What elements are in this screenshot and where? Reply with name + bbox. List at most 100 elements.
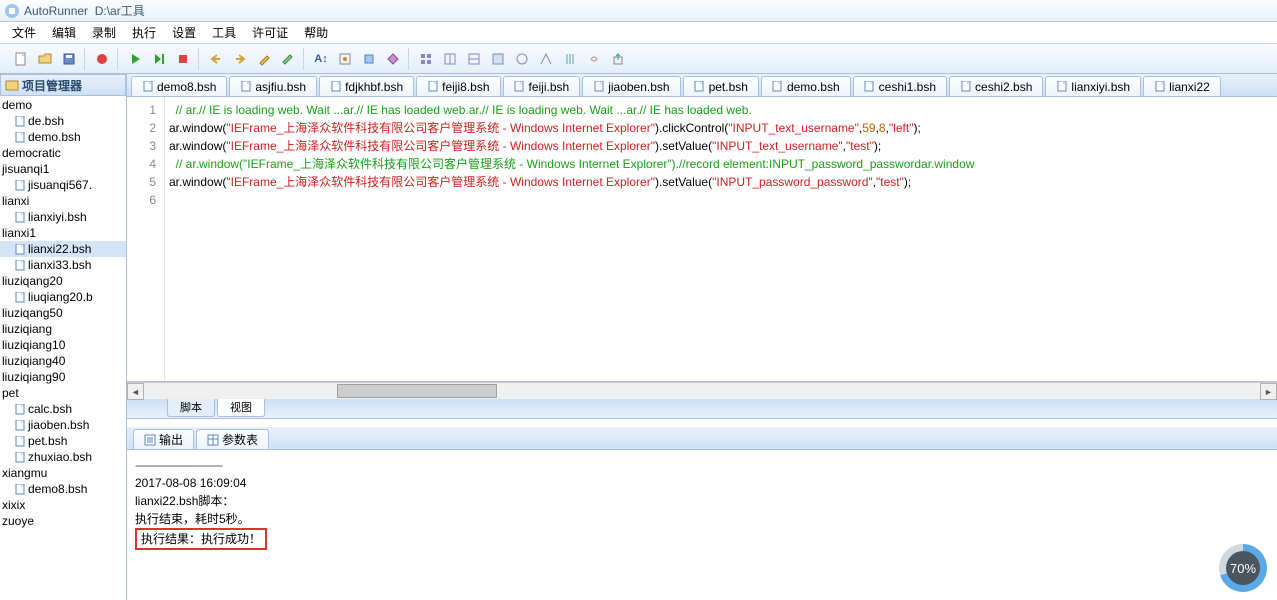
tree-folder[interactable]: zuoye bbox=[0, 513, 126, 529]
editor-tabs: demo8.bshasjfiu.bshfdjkhbf.bshfeiji8.bsh… bbox=[127, 74, 1277, 97]
tree-folder[interactable]: democratic bbox=[0, 145, 126, 161]
stop-icon[interactable] bbox=[172, 48, 194, 70]
tool-d-icon[interactable] bbox=[382, 48, 404, 70]
tree-folder[interactable]: xiangmu bbox=[0, 465, 126, 481]
grid2-icon[interactable] bbox=[439, 48, 461, 70]
view-tab-script[interactable]: 脚本 bbox=[167, 399, 215, 417]
grid3-icon[interactable] bbox=[463, 48, 485, 70]
editor-tab[interactable]: lianxiyi.bsh bbox=[1045, 76, 1141, 96]
tree-folder[interactable]: liuziqiang90 bbox=[0, 369, 126, 385]
scroll-right-icon[interactable]: ► bbox=[1260, 383, 1277, 400]
menu-run[interactable]: 执行 bbox=[124, 24, 164, 41]
tree-folder[interactable]: lianxi bbox=[0, 193, 126, 209]
grid6-icon[interactable] bbox=[535, 48, 557, 70]
editor-tab[interactable]: ceshi1.bsh bbox=[853, 76, 947, 96]
tree-file[interactable]: calc.bsh bbox=[0, 401, 126, 417]
editor-tab[interactable]: pet.bsh bbox=[683, 76, 759, 96]
tree-folder[interactable]: jisuanqi1 bbox=[0, 161, 126, 177]
file-icon bbox=[14, 131, 26, 143]
tab-params[interactable]: 参数表 bbox=[196, 429, 269, 449]
tree-folder[interactable]: liuziqiang bbox=[0, 321, 126, 337]
editor-tab[interactable]: jiaoben.bsh bbox=[582, 76, 680, 96]
tab-label: lianxi22 bbox=[1169, 80, 1210, 94]
editor-tab[interactable]: feiji8.bsh bbox=[416, 76, 500, 96]
tree-item-label: demo.bsh bbox=[28, 130, 81, 144]
undo-icon[interactable] bbox=[205, 48, 227, 70]
editor-tab[interactable]: demo8.bsh bbox=[131, 76, 227, 96]
menu-tools[interactable]: 工具 bbox=[204, 24, 244, 41]
menu-record[interactable]: 录制 bbox=[84, 24, 124, 41]
menu-help[interactable]: 帮助 bbox=[296, 24, 336, 41]
project-tree[interactable]: demode.bshdemo.bshdemocraticjisuanqi1jis… bbox=[0, 96, 126, 600]
tree-file[interactable]: lianxiyi.bsh bbox=[0, 209, 126, 225]
tree-item-label: liuziqang20 bbox=[2, 274, 63, 288]
grid1-icon[interactable] bbox=[415, 48, 437, 70]
tree-folder[interactable]: demo bbox=[0, 97, 126, 113]
editor-tab[interactable]: asjfiu.bsh bbox=[229, 76, 317, 96]
tree-folder[interactable]: pet bbox=[0, 385, 126, 401]
view-tab-view[interactable]: 视图 bbox=[217, 399, 265, 417]
tree-item-label: zuoye bbox=[2, 514, 34, 528]
tree-folder[interactable]: liuziqang20 bbox=[0, 273, 126, 289]
slider-icon[interactable] bbox=[559, 48, 581, 70]
tree-folder[interactable]: liuziqiang10 bbox=[0, 337, 126, 353]
redo-icon[interactable] bbox=[229, 48, 251, 70]
tree-file[interactable]: zhuxiao.bsh bbox=[0, 449, 126, 465]
file-icon bbox=[14, 211, 26, 223]
horizontal-scrollbar[interactable]: ◄ ► bbox=[127, 382, 1277, 399]
open-icon[interactable] bbox=[34, 48, 56, 70]
tab-label: feiji.bsh bbox=[529, 80, 570, 94]
tree-folder[interactable]: xixix bbox=[0, 497, 126, 513]
menu-edit[interactable]: 编辑 bbox=[44, 24, 84, 41]
code-editor[interactable]: // ar.// IE is loading web. Wait ...ar./… bbox=[165, 97, 1277, 381]
play-icon[interactable] bbox=[124, 48, 146, 70]
scroll-left-icon[interactable]: ◄ bbox=[127, 383, 144, 400]
tree-item-label: pet bbox=[2, 386, 19, 400]
console-output[interactable]: ----------------------------- 2017-08-08… bbox=[127, 450, 1277, 600]
tree-file[interactable]: lianxi33.bsh bbox=[0, 257, 126, 273]
line-number: 5 bbox=[127, 173, 156, 191]
save-icon[interactable] bbox=[58, 48, 80, 70]
editor-tab[interactable]: demo.bsh bbox=[761, 76, 851, 96]
bottom-tabs: 输出 参数表 bbox=[127, 427, 1277, 450]
tree-file[interactable]: de.bsh bbox=[0, 113, 126, 129]
tree-folder[interactable]: liuziqang50 bbox=[0, 305, 126, 321]
tree-file[interactable]: demo.bsh bbox=[0, 129, 126, 145]
record-icon[interactable] bbox=[91, 48, 113, 70]
tree-folder[interactable]: liuziqiang40 bbox=[0, 353, 126, 369]
menu-settings[interactable]: 设置 bbox=[164, 24, 204, 41]
tree-folder[interactable]: lianxi1 bbox=[0, 225, 126, 241]
editor-tab[interactable]: ceshi2.bsh bbox=[949, 76, 1043, 96]
font-icon[interactable]: A↕ bbox=[310, 48, 332, 70]
editor-tab[interactable]: fdjkhbf.bsh bbox=[319, 76, 414, 96]
tree-item-label: zhuxiao.bsh bbox=[28, 450, 92, 464]
edit2-icon[interactable] bbox=[277, 48, 299, 70]
tree-file[interactable]: pet.bsh bbox=[0, 433, 126, 449]
editor-tab[interactable]: lianxi22 bbox=[1143, 76, 1221, 96]
console-script-name: lianxi22.bsh脚本： bbox=[135, 492, 1269, 510]
line-number: 1 bbox=[127, 101, 156, 119]
tool-c-icon[interactable] bbox=[358, 48, 380, 70]
new-file-icon[interactable] bbox=[10, 48, 32, 70]
editor-tab[interactable]: feiji.bsh bbox=[503, 76, 581, 96]
tree-file[interactable]: liuqiang20.b bbox=[0, 289, 126, 305]
tree-file[interactable]: jiaoben.bsh bbox=[0, 417, 126, 433]
grid4-icon[interactable] bbox=[487, 48, 509, 70]
play-step-icon[interactable] bbox=[148, 48, 170, 70]
menu-license[interactable]: 许可证 bbox=[244, 24, 296, 41]
tab-output[interactable]: 输出 bbox=[133, 429, 194, 449]
file-icon bbox=[694, 81, 706, 93]
file-icon bbox=[1056, 81, 1068, 93]
tool-b-icon[interactable] bbox=[334, 48, 356, 70]
tree-file[interactable]: demo8.bsh bbox=[0, 481, 126, 497]
edit-icon[interactable] bbox=[253, 48, 275, 70]
link-icon[interactable] bbox=[583, 48, 605, 70]
sidebar: 项目管理器 demode.bshdemo.bshdemocraticjisuan… bbox=[0, 74, 127, 600]
tree-file[interactable]: jisuanqi567. bbox=[0, 177, 126, 193]
export-icon[interactable] bbox=[607, 48, 629, 70]
scrollbar-thumb[interactable] bbox=[337, 384, 497, 398]
tree-item-label: xixix bbox=[2, 498, 25, 512]
menu-file[interactable]: 文件 bbox=[4, 24, 44, 41]
tree-file[interactable]: lianxi22.bsh bbox=[0, 241, 126, 257]
grid5-icon[interactable] bbox=[511, 48, 533, 70]
